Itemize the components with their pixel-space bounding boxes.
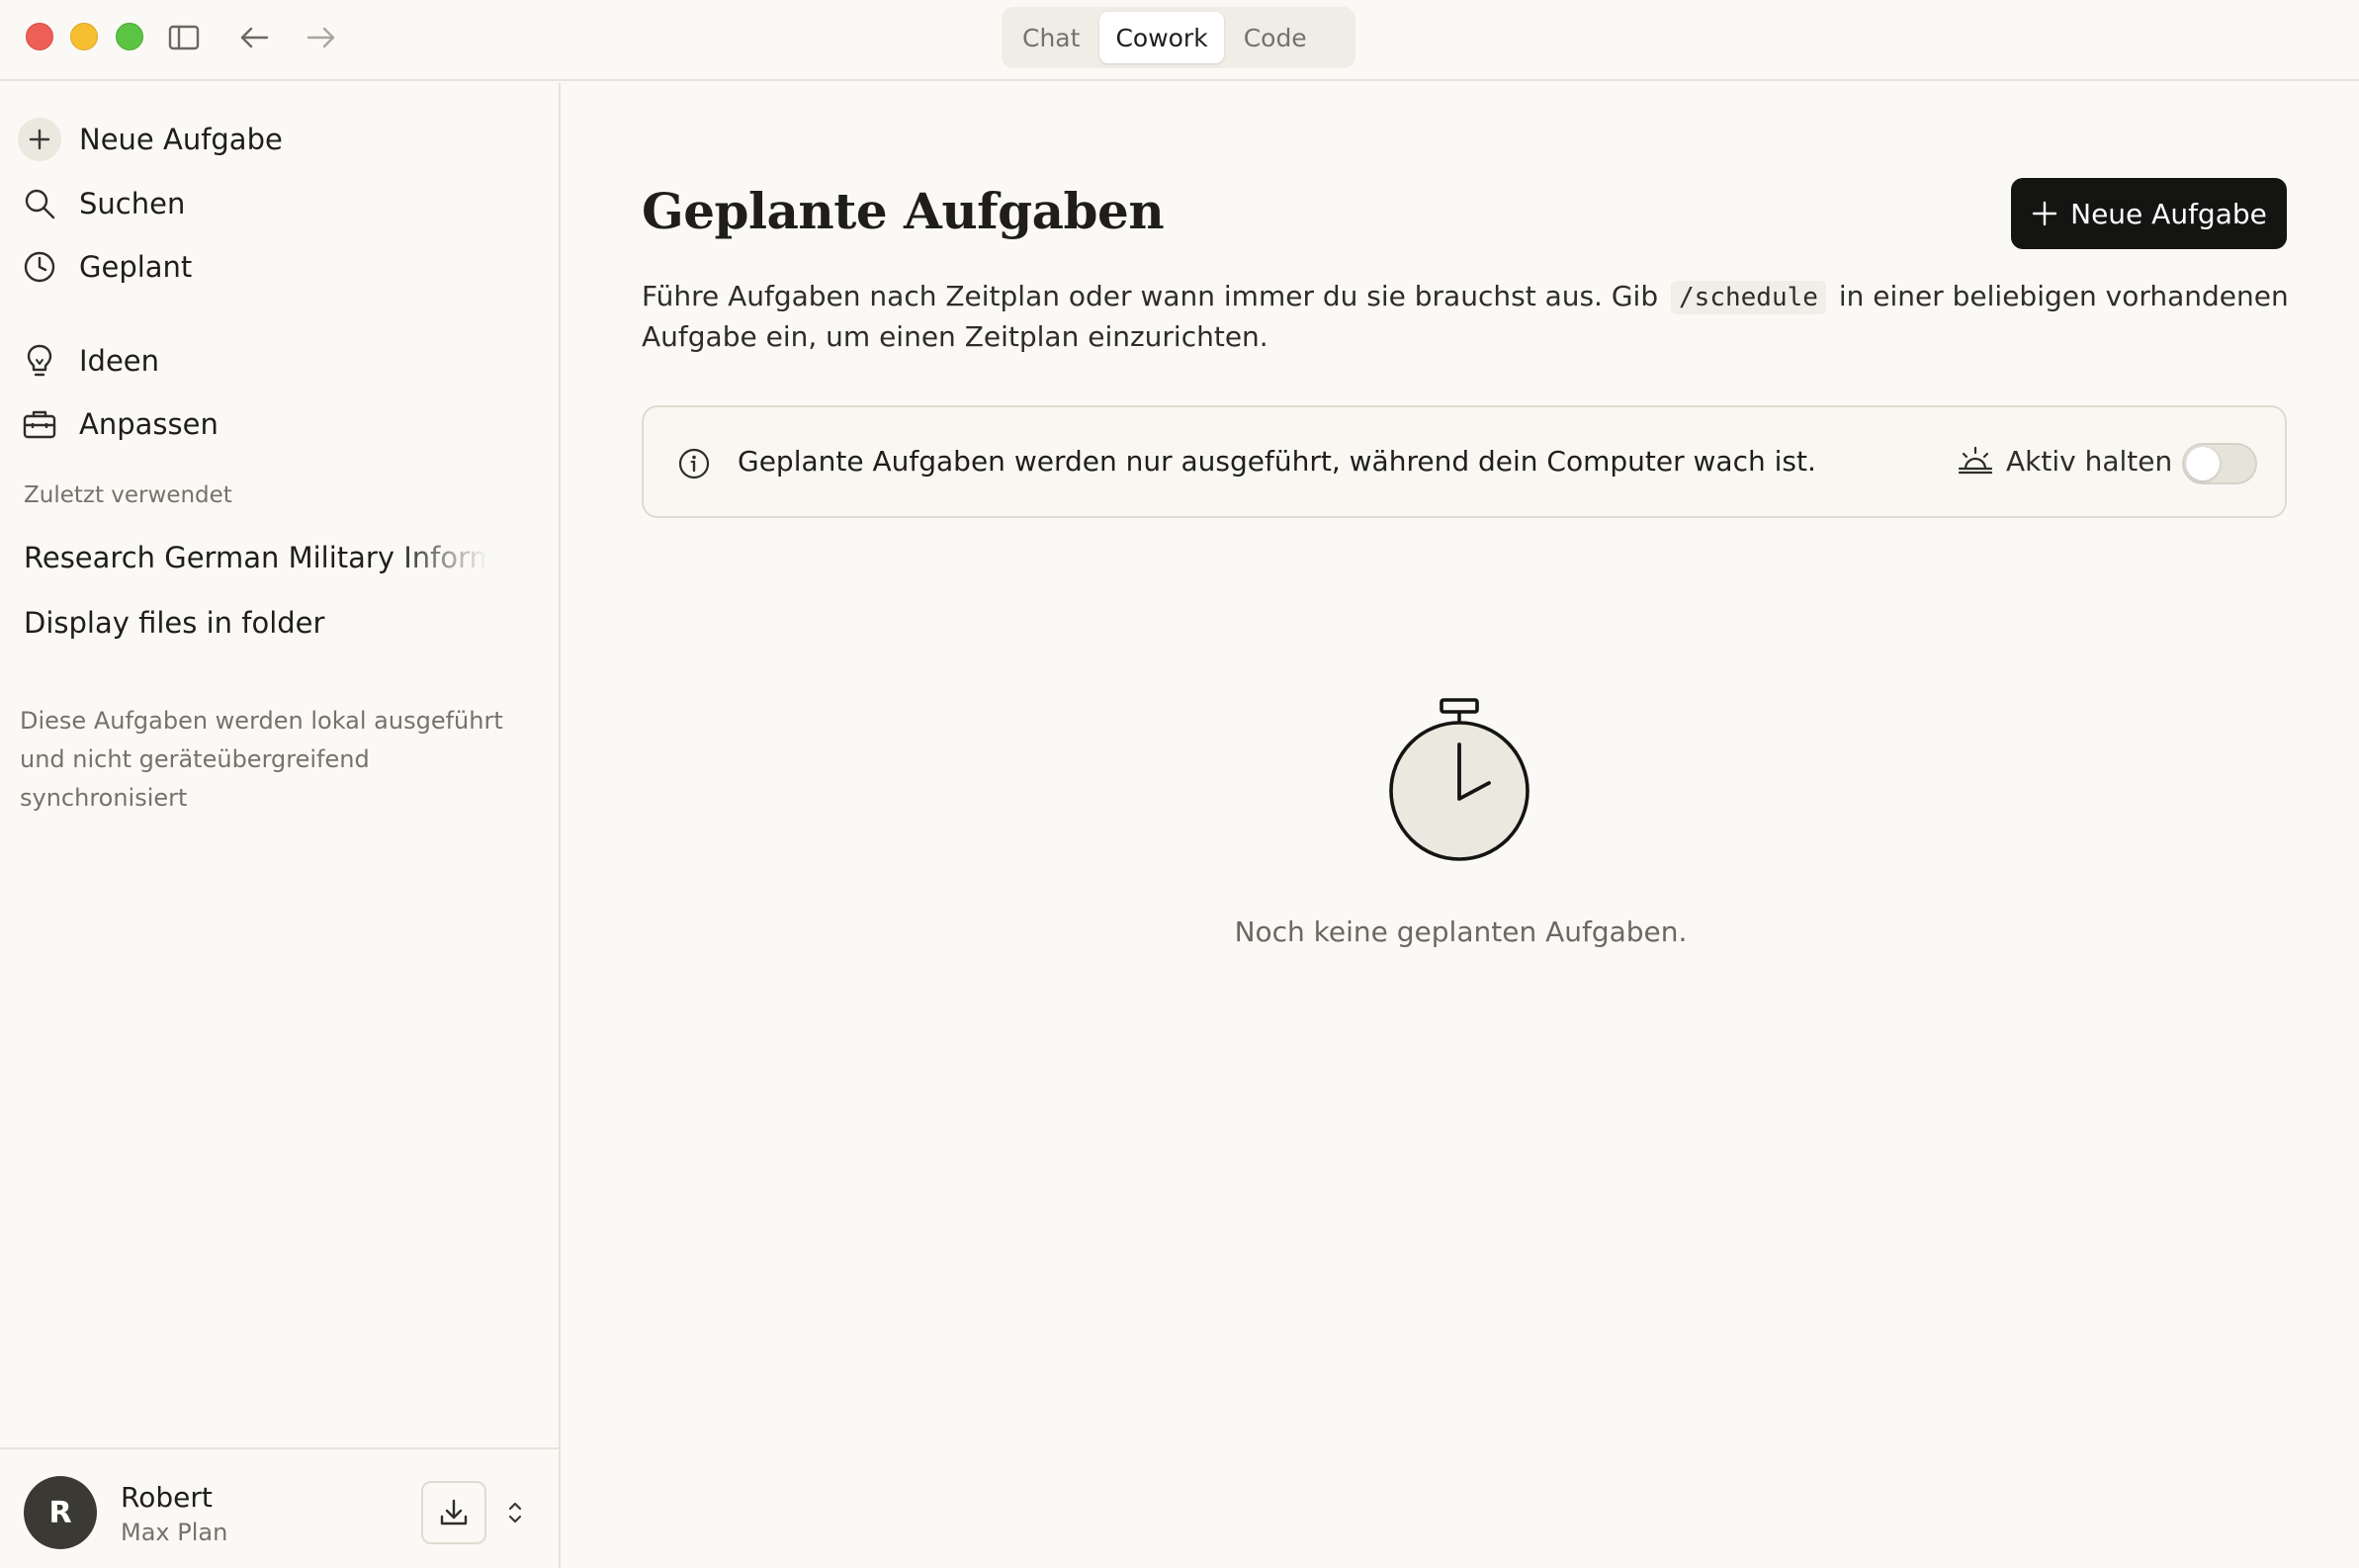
- sidebar-item-new-task[interactable]: Neue Aufgabe: [18, 114, 283, 165]
- account-menu-toggle[interactable]: [500, 1493, 530, 1532]
- sidebar-item-customize[interactable]: Anpassen: [18, 398, 218, 450]
- schedule-command: /schedule: [1671, 281, 1826, 314]
- avatar[interactable]: R: [24, 1476, 97, 1549]
- user-name: Robert: [121, 1481, 213, 1514]
- sidebar-item-label: Anpassen: [79, 407, 218, 441]
- sidebar-item-label: Neue Aufgabe: [79, 123, 283, 156]
- main-content: Geplante Aufgaben Neue Aufgabe Führe Auf…: [563, 83, 2359, 1568]
- download-button[interactable]: [421, 1481, 486, 1544]
- info-banner: Geplante Aufgaben werden nur ausgeführt,…: [642, 405, 2287, 518]
- back-arrow-icon[interactable]: [238, 22, 270, 53]
- sidebar-item-label: Ideen: [79, 344, 160, 378]
- sidebar-item-label: Suchen: [79, 187, 186, 220]
- new-task-button-label: Neue Aufgabe: [2070, 197, 2267, 230]
- toolbox-icon: [18, 402, 61, 446]
- minimize-window-button[interactable]: [70, 23, 98, 50]
- page-description: Führe Aufgaben nach Zeitplan oder wann i…: [642, 277, 2293, 357]
- new-task-button[interactable]: Neue Aufgabe: [2011, 178, 2287, 249]
- forward-arrow-icon[interactable]: [306, 22, 337, 53]
- sidebar-item-label: Geplant: [79, 250, 193, 284]
- recent-task-item[interactable]: Research German Military Informati: [24, 541, 488, 574]
- empty-state-text: Noch keine geplanten Aufgaben.: [1234, 915, 1688, 948]
- info-banner-text: Geplante Aufgaben werden nur ausgeführt,…: [738, 445, 1816, 478]
- sidebar-item-ideas[interactable]: Ideen: [18, 335, 159, 387]
- sidebar-item-scheduled[interactable]: Geplant: [18, 241, 192, 293]
- keep-awake-toggle[interactable]: [2182, 443, 2257, 484]
- zoom-window-button[interactable]: [116, 23, 143, 50]
- chevron-up-down-icon: [508, 1502, 522, 1524]
- user-panel[interactable]: R Robert Max Plan: [0, 1447, 559, 1568]
- tab-code[interactable]: Code: [1228, 12, 1323, 63]
- plus-icon: [2032, 201, 2057, 226]
- tab-chat[interactable]: Chat: [1006, 12, 1095, 63]
- keep-awake-label: Aktiv halten: [2006, 445, 2173, 478]
- sidebar-toggle-icon[interactable]: [168, 22, 200, 53]
- page-title: Geplante Aufgaben: [642, 182, 1165, 240]
- description-text: Führe Aufgaben nach Zeitplan oder wann i…: [642, 280, 1659, 312]
- sunrise-icon: [1958, 446, 1993, 475]
- title-bar: Chat Cowork Code: [0, 0, 2359, 81]
- close-window-button[interactable]: [26, 23, 53, 50]
- plus-icon: [18, 118, 61, 161]
- user-plan: Max Plan: [121, 1519, 228, 1546]
- download-icon: [440, 1499, 468, 1525]
- app-window: Chat Cowork Code Neue Aufgabe Suchen Gep…: [0, 0, 2359, 1568]
- recent-task-item[interactable]: Display files in folder: [24, 606, 488, 640]
- mode-switch: Chat Cowork Code: [1002, 7, 1355, 68]
- sidebar: Neue Aufgabe Suchen Geplant Ideen Anpass…: [0, 83, 561, 1568]
- recent-section-label: Zuletzt verwendet: [24, 482, 232, 508]
- toggle-knob: [2186, 447, 2220, 480]
- info-icon: [678, 448, 710, 479]
- sidebar-item-search[interactable]: Suchen: [18, 178, 185, 229]
- tab-cowork[interactable]: Cowork: [1099, 12, 1224, 63]
- clock-icon: [18, 245, 61, 289]
- local-sync-note: Diese Aufgaben werden lokal ausgeführt u…: [20, 707, 503, 812]
- search-icon: [18, 182, 61, 225]
- stopwatch-icon: [1389, 698, 1529, 861]
- lightbulb-icon: [18, 339, 61, 383]
